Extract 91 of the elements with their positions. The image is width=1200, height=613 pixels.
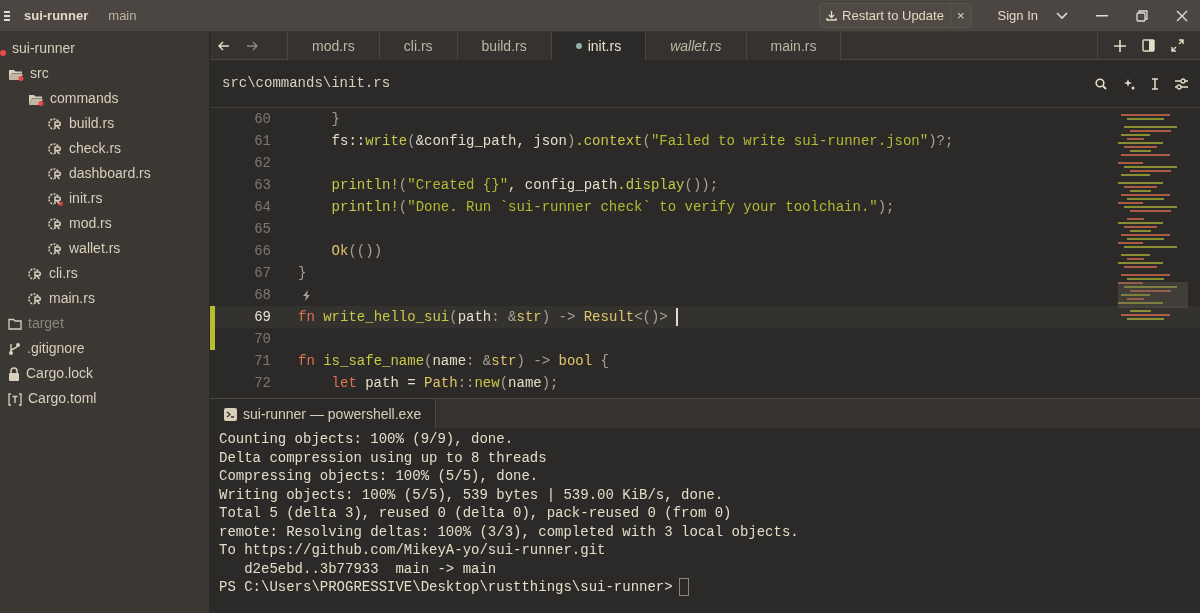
line-number: 63 (253, 175, 271, 195)
line-number: 69 (253, 307, 271, 327)
terminal-output-line: Total 5 (delta 3), reused 0 (delta 0), pack-reused 0 (from 0) (219, 504, 733, 523)
file-item[interactable]: init.rs (69, 188, 103, 209)
sparkle-icon[interactable] (1123, 77, 1135, 90)
terminal-output-line: To https://github.com/MikeyA-yo/sui-runner.git (219, 541, 607, 560)
gear-letter-icon (48, 167, 63, 182)
download-icon (826, 10, 838, 21)
project-name[interactable]: sui-runner (18, 3, 95, 28)
terminal-icon (224, 407, 237, 421)
line-number: 67 (253, 263, 271, 283)
menu-icon[interactable] (4, 9, 10, 22)
terminal-output-line: Compressing objects: 100% (5/5), done. (219, 467, 540, 486)
expand-icon[interactable] (1171, 39, 1184, 52)
file-item[interactable]: cli.rs (49, 263, 78, 284)
file-path-breadcrumb[interactable]: src\commands\init.rs (218, 73, 391, 94)
folder-icon (8, 67, 24, 81)
line-number: 62 (253, 153, 271, 173)
line-number: 65 (253, 219, 271, 239)
code-line: fn write_hello_sui(path: &str) -> Result<()> (298, 307, 668, 327)
plus-icon[interactable] (1114, 39, 1126, 52)
error-dot-icon (0, 50, 6, 57)
restore-icon[interactable] (1136, 9, 1148, 22)
chevron-down-icon[interactable] (1056, 11, 1068, 20)
terminal-output-line: d2e5ebd..3b77933 main -> main (243, 559, 498, 578)
file-tab[interactable]: wallet.rs (646, 32, 747, 60)
split-pane-icon[interactable] (1142, 39, 1155, 52)
gear-letter-icon (48, 242, 63, 257)
code-line: println!("Done. Run `sui-runner check` to verify your toolchain."); (330, 197, 895, 217)
file-tab[interactable]: cli.rs (379, 32, 458, 60)
back-arrow-icon[interactable] (218, 40, 230, 51)
text-cursor (675, 308, 678, 326)
close-icon[interactable] (1176, 9, 1188, 22)
code-line: println!("Created {}", config_path.display()); (330, 175, 719, 195)
minimize-icon[interactable] (1096, 14, 1108, 17)
terminal-output-line: remote: Resolving deltas: 100% (3/3), completed with 3 local objects. (219, 522, 800, 541)
sliders-icon[interactable] (1175, 77, 1188, 90)
sign-in-button[interactable]: Sign In (991, 3, 1044, 28)
file-tab[interactable]: main.rs (746, 32, 842, 60)
file-item[interactable]: main.rs (49, 288, 95, 309)
file-item[interactable]: .gitignore (27, 338, 85, 359)
file-tab[interactable]: mod.rs (288, 32, 380, 60)
branch-name[interactable]: main (102, 3, 143, 28)
folder-item[interactable]: src (30, 63, 49, 84)
gear-letter-icon (48, 192, 63, 207)
file-tab[interactable]: build.rs (457, 32, 552, 60)
file-item[interactable]: mod.rs (69, 213, 112, 234)
gear-letter-icon (28, 292, 43, 307)
gear-letter-icon (48, 117, 63, 132)
line-number: 68 (253, 285, 271, 305)
lightning-icon[interactable] (302, 289, 311, 301)
folder-icon (28, 92, 44, 106)
lock-icon (8, 367, 20, 382)
folder-item[interactable]: sui-runner (12, 38, 76, 59)
restart-to-update-button[interactable]: Restart to Update (820, 3, 950, 28)
search-icon[interactable] (1095, 77, 1107, 90)
line-number: 72 (253, 373, 271, 393)
code-line: let path = Path::new(name); (330, 373, 559, 393)
file-item[interactable]: build.rs (69, 113, 115, 134)
forward-arrow-icon[interactable] (246, 40, 258, 51)
dismiss-button[interactable]: × (949, 3, 971, 28)
gear-letter-icon (48, 217, 63, 232)
line-number: 61 (253, 131, 271, 151)
file-item[interactable]: check.rs (69, 138, 122, 159)
line-number: 64 (253, 197, 271, 217)
line-number: 71 (253, 351, 271, 371)
text-cursor-icon[interactable] (1151, 77, 1159, 90)
file-item[interactable]: wallet.rs (69, 238, 121, 259)
folder-item[interactable]: commands (50, 88, 119, 109)
code-line: } (330, 109, 340, 129)
terminal-output-line: Counting objects: 100% (9/9), done. (219, 430, 515, 449)
line-number: 66 (253, 241, 271, 261)
terminal-output-line: Delta compression using up to 8 threads (219, 448, 548, 467)
file-item[interactable]: dashboard.rs (69, 163, 151, 184)
terminal-output-line: Writing objects: 100% (5/5), 539 bytes | 539.00 KiB/s, done. (219, 485, 725, 504)
file-tab[interactable]: init.rs (551, 32, 647, 60)
file-item[interactable]: Cargo.lock (26, 363, 93, 384)
code-line: fn is_safe_name(name: &str) -> bool { (298, 351, 609, 371)
line-number: 60 (253, 109, 271, 129)
code-line: fs::write(&config_path, json).context("Failed to write sui-runner.json")?; (330, 131, 954, 151)
bracket-letter-icon (8, 392, 22, 406)
code-line: Ok(()) (330, 241, 383, 261)
terminal-cursor (678, 578, 689, 597)
code-line: } (298, 263, 307, 283)
file-item[interactable]: Cargo.toml (28, 388, 97, 409)
folder-icon (8, 318, 22, 331)
gear-letter-icon (48, 142, 63, 157)
gear-letter-icon (28, 267, 43, 282)
terminal-prompt: PS C:\Users\PROGRESSIVE\Desktop\rustthings\sui-runner> (219, 578, 673, 597)
branch-icon (8, 342, 21, 357)
line-number: 70 (253, 329, 271, 349)
